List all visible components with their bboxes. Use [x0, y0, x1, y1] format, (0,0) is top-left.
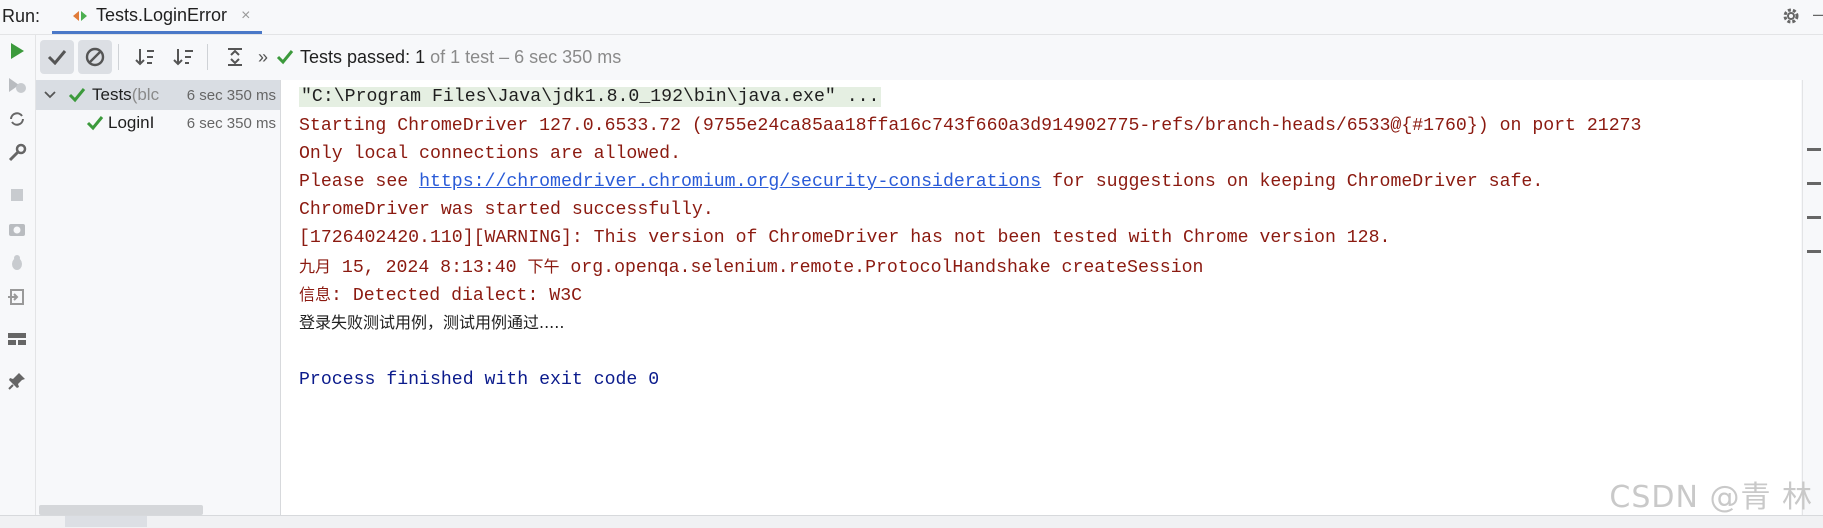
tree-item-login[interactable]: LoginI 6 sec 350 ms: [36, 108, 280, 138]
toggle-auto-test-icon[interactable]: [5, 107, 29, 131]
tree-item-tests[interactable]: Tests (blc 6 sec 350 ms: [36, 80, 280, 110]
console-text: for suggestions on keeping ChromeDriver …: [1041, 172, 1544, 192]
console-line: Please see https://chromedriver.chromium…: [299, 169, 1543, 195]
console-text: 信息: [299, 285, 332, 304]
console-line: [1726402420.110][WARNING]: This version …: [299, 228, 1391, 248]
close-tab-icon[interactable]: ×: [241, 7, 250, 25]
console-text: 九月: [299, 257, 332, 276]
rerun-failed-icon[interactable]: [5, 73, 29, 97]
passed-check-icon: [86, 116, 104, 131]
toolbar-overflow-icon[interactable]: »: [258, 47, 268, 68]
tree-item-time: 6 sec 350 ms: [182, 86, 276, 104]
java-test-icon: [73, 10, 87, 21]
rerun-icon[interactable]: [5, 39, 29, 63]
run-tab-title: Tests.LoginError: [96, 5, 228, 25]
toolbar-divider: [118, 44, 119, 70]
sort-alphabetically-button[interactable]: [129, 40, 163, 74]
camera-icon[interactable]: [5, 217, 29, 241]
exit-icon[interactable]: [5, 285, 29, 309]
gear-icon[interactable]: [1781, 6, 1801, 26]
tree-horizontal-scrollbar[interactable]: [39, 505, 203, 515]
sort-by-duration-button[interactable]: [167, 40, 201, 74]
run-label: Run:: [2, 6, 41, 26]
debug-bug-icon[interactable]: [5, 251, 29, 275]
bottom-tool-bar: [0, 515, 1823, 528]
wrench-icon[interactable]: [5, 141, 29, 165]
tree-item-name: Tests: [92, 85, 132, 104]
test-status-sub: of 1 test – 6 sec 350 ms: [425, 46, 622, 67]
show-ignored-button[interactable]: [78, 40, 112, 74]
left-tool-strip: [0, 35, 36, 515]
console-text: 15, 2024 8:13:40: [331, 258, 528, 278]
console-line: 信息: Detected dialect: W3C: [299, 282, 582, 309]
run-bar: [0, 0, 1823, 35]
stop-icon[interactable]: [5, 183, 29, 207]
print-icon[interactable]: [1807, 216, 1821, 219]
console-line: Process finished with exit code 0: [299, 370, 660, 390]
show-passed-button[interactable]: [40, 40, 74, 74]
tree-item-time: 6 sec 350 ms: [186, 114, 276, 132]
test-status: Tests passed: 1 of 1 test – 6 sec 350 ms: [300, 47, 621, 68]
tree-item-name: LoginI: [108, 113, 155, 132]
passed-check-icon: [276, 50, 294, 65]
console-line: Starting ChromeDriver 127.0.6533.72 (975…: [299, 116, 1642, 136]
right-tool-strip: [1802, 80, 1823, 515]
expand-all-button[interactable]: [218, 40, 252, 74]
run-tab[interactable]: Tests.LoginError ×: [52, 0, 263, 34]
scroll-to-end-icon[interactable]: [1807, 182, 1821, 185]
test-tree: Tests (blc 6 sec 350 ms LoginI 6 sec 350…: [36, 80, 281, 515]
watermark: CSDN @青 林: [1609, 480, 1813, 515]
console-line: 九月 15, 2024 8:13:40 下午 org.openqa.seleni…: [299, 254, 1203, 281]
console-output[interactable]: "C:\Program Files\Java\jdk1.8.0_192\bin\…: [281, 80, 1801, 515]
console-text: org.openqa.selenium.remote.ProtocolHands…: [559, 258, 1204, 278]
console-text: Please see: [299, 172, 420, 192]
pin-icon[interactable]: [5, 369, 29, 393]
layout-icon[interactable]: [5, 327, 29, 351]
soft-wrap-icon[interactable]: [1807, 148, 1821, 151]
console-line: Only local connections are allowed.: [299, 144, 681, 164]
tree-item-detail: (blc: [131, 85, 160, 104]
security-link[interactable]: https://chromedriver.chromium.org/securi…: [419, 172, 1041, 192]
test-status-main: Tests passed: 1: [300, 46, 426, 67]
test-toolbar: » Tests passed: 1 of 1 test – 6 sec 350 …: [36, 35, 1823, 79]
minimize-icon[interactable]: –: [1813, 4, 1823, 25]
clear-all-icon[interactable]: [1807, 250, 1821, 253]
bottom-tab-run[interactable]: [65, 516, 147, 527]
console-line: 登录失败测试用例，测试用例通过.....: [299, 313, 565, 332]
console-text: : Detected dialect: W3C: [331, 286, 583, 306]
chevron-down-icon[interactable]: [44, 90, 56, 100]
console-command: "C:\Program Files\Java\jdk1.8.0_192\bin\…: [299, 87, 882, 107]
console-line: "C:\Program Files\Java\jdk1.8.0_192\bin\…: [299, 84, 882, 110]
console-text: 下午: [527, 257, 560, 276]
toolbar-divider: [207, 44, 208, 70]
console-line: ChromeDriver was started successfully.: [299, 200, 714, 220]
passed-check-icon: [68, 88, 86, 103]
